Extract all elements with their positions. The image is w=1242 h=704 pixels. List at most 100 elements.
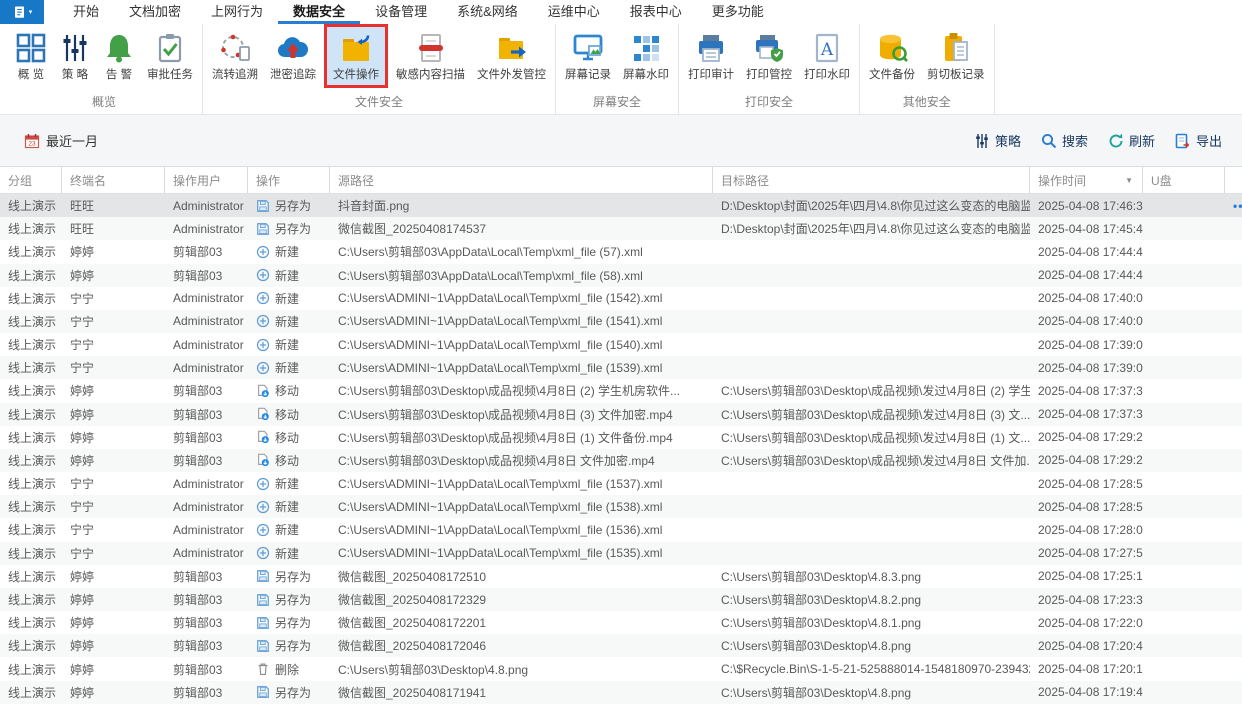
- table-row[interactable]: 线上演示 婷婷 剪辑部03 另存为 微信截图_20250408172510 C:\User…: [0, 565, 1242, 588]
- cell-user: Administrator: [173, 546, 244, 561]
- cell-filler: [1225, 426, 1242, 449]
- column-header[interactable]: 分组: [0, 167, 62, 193]
- table-row[interactable]: 线上演示 婷婷 剪辑部03 移动 C:\Users\剪辑部03\Desktop\成品视频…: [0, 448, 1242, 473]
- table-row[interactable]: 线上演示 婷婷 剪辑部03 另存为 微信截图_20250408172201 C:\User…: [0, 611, 1242, 634]
- column-header[interactable]: 操作时间 ▼: [1030, 167, 1143, 193]
- column-header[interactable]: 目标路径: [713, 167, 1030, 193]
- menu-tab[interactable]: 数据安全: [278, 0, 361, 24]
- ribbon-item[interactable]: 泄密追踪: [264, 27, 322, 85]
- cell-operation: 另存为: [248, 681, 330, 704]
- cell-group: 线上演示: [8, 639, 57, 654]
- svg-text:A: A: [820, 40, 834, 60]
- ribbon-item[interactable]: 文件外发管控: [471, 27, 552, 85]
- toolbar-action[interactable]: 导出: [1175, 131, 1222, 150]
- column-header[interactable]: 操作: [248, 167, 330, 193]
- saveas-icon: [256, 569, 270, 583]
- table-row[interactable]: 线上演示 婷婷 剪辑部03 移动 C:\Users\剪辑部03\Desktop\成品视频…: [0, 426, 1242, 449]
- leak-cloud-icon: [277, 32, 309, 64]
- cell-time: 2025-04-08 17:28:59: [1038, 499, 1143, 514]
- table-row[interactable]: 线上演示 婷婷 剪辑部03 移动 C:\Users\剪辑部03\Desktop\成品视频…: [0, 402, 1242, 426]
- menu-tab[interactable]: 设备管理: [360, 0, 442, 24]
- ribbon-item[interactable]: 文件操作: [327, 27, 385, 85]
- table-row[interactable]: 线上演示 宁宁 Administrator 新建 C:\Users\ADMINI~1\A…: [0, 333, 1242, 356]
- plus-icon: [256, 338, 270, 352]
- column-header[interactable]: 操作用户: [165, 167, 248, 193]
- ribbon-item[interactable]: 策 略: [53, 27, 97, 85]
- cell-filler: [1225, 287, 1242, 310]
- cell-group: 线上演示: [8, 500, 57, 515]
- row-menu-dots[interactable]: •••: [1233, 199, 1242, 213]
- cell-target-path: C:\Users\剪辑部03\Desktop\成品视频\发过\4月8日 文件加.…: [721, 453, 1030, 468]
- table-row[interactable]: 线上演示 宁宁 Administrator 新建 C:\Users\ADMINI~1\A…: [0, 518, 1242, 541]
- app-menu-button[interactable]: ▾: [0, 0, 44, 24]
- date-range-label: 最近一月: [46, 134, 99, 149]
- menu-tab[interactable]: 系统&网络: [442, 0, 533, 24]
- menu-tab[interactable]: 上网行为: [196, 0, 278, 24]
- ribbon-item[interactable]: 审批任务: [141, 27, 199, 85]
- cell-target-path: [713, 333, 1030, 356]
- table-row[interactable]: 线上演示 旺旺 Administrator 另存为 抖音封面.png D:\Desktop…: [0, 194, 1242, 218]
- cell-time: 2025-04-08 17:22:04: [1038, 615, 1143, 630]
- toolbar-action[interactable]: 策略: [974, 131, 1021, 150]
- menu-tab[interactable]: 运维中心: [533, 0, 615, 24]
- ribbon-item[interactable]: 剪切板记录: [921, 27, 991, 85]
- cell-user: Administrator: [173, 314, 244, 329]
- menu-tab[interactable]: 报表中心: [615, 0, 697, 24]
- ribbon-item[interactable]: 打印审计: [682, 27, 740, 85]
- ribbon-item[interactable]: 流转追溯: [206, 27, 264, 85]
- filter-caret-icon[interactable]: ▼: [1125, 176, 1133, 185]
- ribbon-item[interactable]: 打印管控: [740, 27, 798, 85]
- toolbar-action[interactable]: 搜索: [1041, 131, 1088, 150]
- cell-user: Administrator: [173, 499, 244, 514]
- table-row[interactable]: 线上演示 婷婷 剪辑部03 新建 C:\Users\剪辑部03\AppData\Loca…: [0, 263, 1242, 287]
- ribbon-item[interactable]: 文件备份: [863, 27, 921, 85]
- menu-tab[interactable]: 更多功能: [697, 0, 779, 24]
- table-row[interactable]: 线上演示 婷婷 剪辑部03 删除 C:\Users\剪辑部03\Desktop\4.8.…: [0, 657, 1242, 680]
- saveas-icon: [256, 639, 270, 653]
- cell-operation: 移动: [248, 379, 330, 402]
- table-row[interactable]: 线上演示 婷婷 剪辑部03 另存为 微信截图_20250408172046 C:\User…: [0, 634, 1242, 658]
- menu-tab[interactable]: 文档加密: [114, 0, 196, 24]
- table-row[interactable]: 线上演示 婷婷 剪辑部03 另存为 微信截图_20250408171941 C:\User…: [0, 680, 1242, 704]
- table-row[interactable]: 线上演示 宁宁 Administrator 新建 C:\Users\ADMINI~1\A…: [0, 472, 1242, 495]
- table-row[interactable]: 线上演示 宁宁 Administrator 新建 C:\Users\ADMINI~1\A…: [0, 309, 1242, 334]
- ribbon-item[interactable]: 屏幕水印: [617, 27, 675, 85]
- cell-source-path: C:\Users\ADMINI~1\AppData\Local\Temp\xml…: [338, 546, 663, 561]
- ribbon-item[interactable]: 敏感内容扫描: [390, 27, 471, 85]
- operation-label: 另存为: [275, 616, 312, 631]
- table-row[interactable]: 线上演示 婷婷 剪辑部03 新建 C:\Users\剪辑部03\AppData\Loca…: [0, 240, 1242, 263]
- plus-icon: [256, 245, 270, 259]
- saveas-icon: [256, 616, 270, 630]
- ribbon-item[interactable]: A 打印水印: [798, 27, 856, 85]
- screen-record-icon: [572, 32, 604, 64]
- table-row[interactable]: 线上演示 婷婷 剪辑部03 另存为 微信截图_20250408172329 C:\User…: [0, 587, 1242, 612]
- table-row[interactable]: 线上演示 旺旺 Administrator 另存为 微信截图_2025040817453…: [0, 217, 1242, 241]
- menu-tab[interactable]: 开始: [58, 0, 114, 24]
- cell-terminal: 宁宁: [70, 500, 95, 515]
- plus-icon: [256, 500, 270, 514]
- cell-target-path: C:\Users\剪辑部03\Desktop\4.8.2.png: [721, 593, 922, 607]
- column-header[interactable]: 终端名: [62, 167, 165, 193]
- table-row[interactable]: 线上演示 宁宁 Administrator 新建 C:\Users\ADMINI~1\A…: [0, 541, 1242, 565]
- cell-target-path: D:\Desktop\封面\2025年\四月\4.8\你见过这么变态的电脑监..…: [721, 199, 1030, 214]
- date-range-filter[interactable]: 23 最近一月: [24, 131, 98, 150]
- ribbon-item[interactable]: 屏幕记录: [559, 27, 617, 85]
- table-row[interactable]: 线上演示 宁宁 Administrator 新建 C:\Users\ADMINI~1\A…: [0, 356, 1242, 380]
- toolbar-action[interactable]: 刷新: [1108, 131, 1155, 150]
- plus-icon: [256, 268, 270, 282]
- column-header[interactable]: U盘: [1143, 167, 1225, 193]
- table-row[interactable]: 线上演示 婷婷 剪辑部03 移动 C:\Users\剪辑部03\Desktop\成品视频…: [0, 379, 1242, 402]
- column-header[interactable]: 源路径: [330, 167, 713, 193]
- ribbon-item[interactable]: 告 警: [97, 27, 141, 85]
- table-row[interactable]: 线上演示 宁宁 Administrator 新建 C:\Users\ADMINI~1\A…: [0, 495, 1242, 519]
- cell-operation: 新建: [248, 310, 330, 333]
- table-row[interactable]: 线上演示 宁宁 Administrator 新建 C:\Users\ADMINI~1\A…: [0, 287, 1242, 310]
- cell-target-path: [713, 542, 1030, 565]
- cell-source-path: 微信截图_20250408172046: [338, 639, 487, 654]
- move-icon: [256, 407, 270, 421]
- cell-time: 2025-04-08 17:44:45: [1038, 244, 1143, 259]
- cell-source-path: C:\Users\剪辑部03\AppData\Local\Temp\xml_fi…: [338, 245, 643, 260]
- cell-source-path: C:\Users\ADMINI~1\AppData\Local\Temp\xml…: [338, 291, 663, 306]
- cell-terminal: 婷婷: [70, 453, 95, 468]
- ribbon-item[interactable]: 概 览: [9, 27, 53, 85]
